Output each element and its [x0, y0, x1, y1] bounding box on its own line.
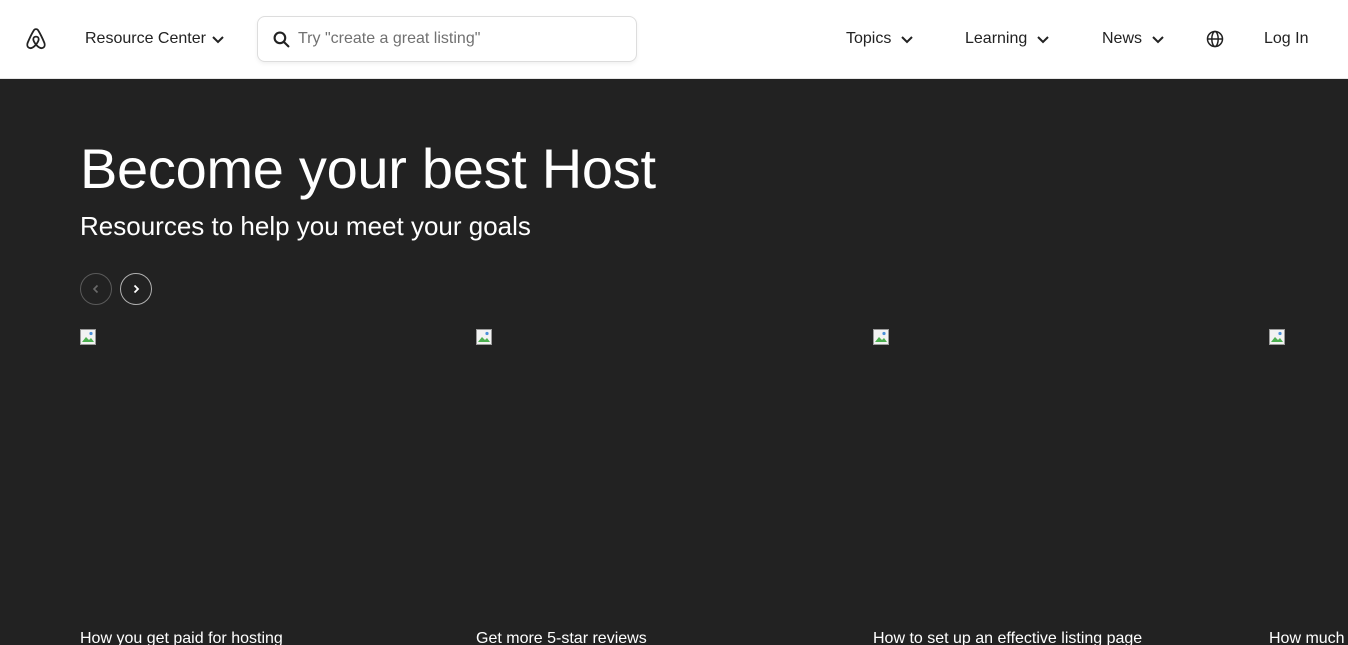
topics-dropdown[interactable]: Topics — [846, 29, 915, 49]
carousel-next-button[interactable] — [120, 273, 152, 305]
article-card[interactable]: How to set up an effective listing page — [873, 329, 1233, 645]
resource-center-label: Resource Center — [85, 30, 206, 47]
chevron-left-icon — [92, 284, 99, 294]
chevron-down-icon — [212, 36, 224, 44]
hero-subtitle: Resources to help you meet your goals — [80, 211, 531, 241]
top-navigation-bar: Resource Center Topics Learning News Log… — [0, 0, 1348, 79]
chevron-down-icon — [1037, 36, 1049, 44]
article-card-title: Get more 5-star reviews — [476, 630, 647, 645]
broken-image-icon — [476, 329, 492, 345]
article-card[interactable]: How much — [1269, 329, 1348, 645]
search-icon — [273, 31, 290, 47]
article-card-title: How much — [1269, 630, 1345, 645]
learning-dropdown[interactable]: Learning — [965, 29, 1051, 49]
topics-label: Topics — [846, 30, 892, 47]
article-card-title: How to set up an effective listing page — [873, 630, 1143, 645]
airbnb-logo-icon[interactable] — [24, 27, 48, 51]
news-dropdown[interactable]: News — [1102, 29, 1166, 49]
article-card[interactable]: Get more 5-star reviews — [476, 329, 836, 645]
globe-icon[interactable] — [1206, 30, 1224, 48]
broken-image-icon — [1269, 329, 1285, 345]
log-in-link[interactable]: Log In — [1264, 29, 1308, 49]
article-card[interactable]: How you get paid for hosting — [80, 329, 440, 645]
learning-label: Learning — [965, 30, 1028, 47]
hero-section: Become your best Host Resources to help … — [0, 79, 1348, 645]
search-bar[interactable] — [257, 16, 637, 62]
chevron-right-icon — [133, 284, 140, 294]
carousel-prev-button[interactable] — [80, 273, 112, 305]
search-input[interactable] — [298, 30, 618, 48]
news-label: News — [1102, 30, 1143, 47]
broken-image-icon — [873, 329, 889, 345]
article-card-title: How you get paid for hosting — [80, 630, 283, 645]
broken-image-icon — [80, 329, 96, 345]
chevron-down-icon — [1152, 36, 1164, 44]
resource-center-dropdown[interactable]: Resource Center — [85, 29, 226, 49]
hero-title: Become your best Host — [80, 137, 656, 200]
chevron-down-icon — [901, 36, 914, 44]
